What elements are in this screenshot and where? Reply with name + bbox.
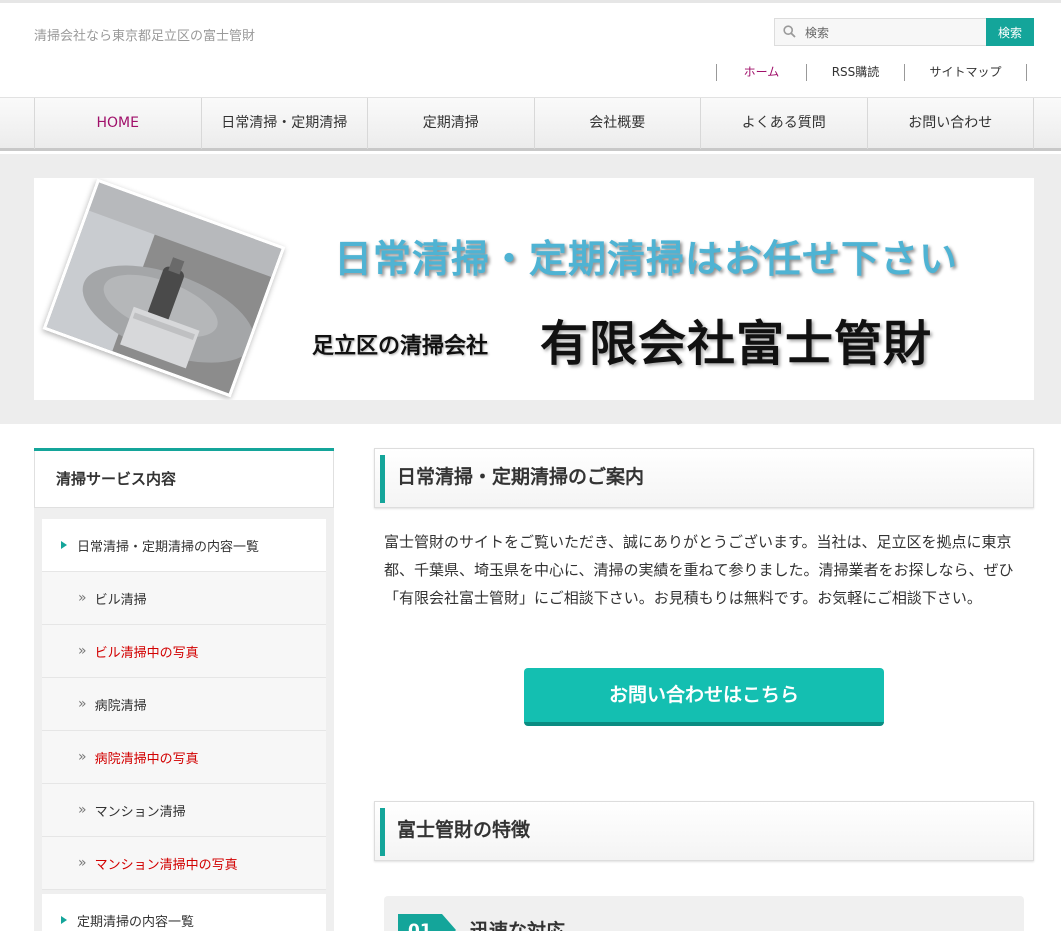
double-chevron-icon: » — [78, 643, 87, 659]
triangle-right-icon — [61, 541, 67, 549]
sidebar-item-building-photos[interactable]: » ビル清掃中の写真 — [42, 625, 326, 678]
nav-periodic-cleaning[interactable]: 定期清掃 — [367, 98, 534, 149]
nav-company[interactable]: 会社概要 — [533, 98, 701, 149]
contact-cta-button[interactable]: お問い合わせはこちら — [524, 668, 884, 726]
utility-link-rss[interactable]: RSS購読 — [806, 64, 904, 81]
utility-link-home[interactable]: ホーム — [716, 64, 806, 81]
sidebar-item-building[interactable]: » ビル清掃 — [42, 572, 326, 625]
triangle-right-icon — [61, 916, 67, 924]
heading-accent-bar — [380, 455, 385, 503]
sidebar-item-label: マンション清掃中の写真 — [94, 857, 238, 873]
banner-subtitle: 足立区の清掃会社 — [312, 334, 489, 359]
sidebar-title: 清掃サービス内容 — [34, 451, 334, 508]
double-chevron-icon: » — [78, 855, 87, 871]
top-border — [0, 0, 1061, 3]
sidebar-item-label: 病院清掃中の写真 — [94, 751, 199, 767]
double-chevron-icon: » — [78, 749, 87, 765]
nav-home[interactable]: HOME — [34, 98, 201, 149]
search-field — [774, 18, 986, 46]
sidebar-item-hospital-photos[interactable]: » 病院清掃中の写真 — [42, 731, 326, 784]
sidebar-item-mansion[interactable]: » マンション清掃 — [42, 784, 326, 837]
banner-company-name: 有限会社富士管財 — [540, 316, 933, 372]
double-chevron-icon: » — [78, 696, 87, 712]
search-form: 検索 — [774, 18, 1034, 46]
section-heading-features: 富士管財の特徴 — [374, 801, 1034, 861]
global-nav: HOME 日常清掃・定期清掃 定期清掃 会社概要 よくある質問 お問い合わせ — [0, 97, 1061, 151]
sidebar-item-mansion-photos[interactable]: » マンション清掃中の写真 — [42, 837, 326, 890]
sidebar-item-periodic-list[interactable]: 定期清掃の内容一覧 — [42, 894, 326, 931]
site-tagline: 清掃会社なら東京都足立区の富士管財 — [34, 29, 256, 44]
search-input[interactable] — [805, 23, 980, 43]
feature-title: 迅速な対応 — [470, 920, 566, 931]
sidebar-item-label: ビル清掃中の写真 — [94, 645, 199, 661]
utility-link-sitemap[interactable]: サイトマップ — [904, 64, 1027, 81]
double-chevron-icon: » — [78, 802, 87, 818]
sidebar-menu: 日常清掃・定期清掃の内容一覧 » ビル清掃 » ビル清掃中の写真 » 病院清掃 … — [42, 519, 326, 931]
section-title: 日常清掃・定期清掃のご案内 — [397, 466, 645, 488]
nav-daily-cleaning[interactable]: 日常清掃・定期清掃 — [200, 98, 368, 149]
sidebar-item-label: 定期清掃の内容一覧 — [77, 914, 195, 930]
nav-contact[interactable]: お問い合わせ — [866, 98, 1034, 149]
sidebar-item-daily-list[interactable]: 日常清掃・定期清掃の内容一覧 — [42, 519, 326, 572]
sidebar-item-label: 病院清掃 — [94, 698, 147, 714]
intro-paragraph: 富士管財のサイトをご覧いただき、誠にありがとうございます。当社は、足立区を拠点に… — [384, 533, 1014, 607]
feature-card: 01 迅速な対応 — [384, 896, 1024, 931]
utility-nav: ホーム RSS購読 サイトマップ — [716, 64, 1027, 81]
sidebar-item-label: ビル清掃 — [94, 592, 147, 608]
search-button[interactable]: 検索 — [986, 18, 1034, 46]
main-content: 日常清掃・定期清掃のご案内 富士管財のサイトをご覧いただき、誠にありがとうござい… — [374, 448, 1034, 931]
double-chevron-icon: » — [78, 590, 87, 606]
heading-accent-bar — [380, 808, 385, 856]
search-icon — [783, 25, 796, 38]
hero-banner: 日常清掃・定期清掃はお任せ下さい 足立区の清掃会社 有限会社富士管財 — [34, 178, 1034, 400]
section-heading-intro: 日常清掃・定期清掃のご案内 — [374, 448, 1034, 508]
section-title: 富士管財の特徴 — [397, 819, 531, 841]
sidebar-item-label: 日常清掃・定期清掃の内容一覧 — [77, 539, 260, 555]
sidebar-item-hospital[interactable]: » 病院清掃 — [42, 678, 326, 731]
sidebar: 清掃サービス内容 日常清掃・定期清掃の内容一覧 » ビル清掃 » ビル清掃中の写… — [34, 448, 334, 931]
banner-headline: 日常清掃・定期清掃はお任せ下さい — [334, 237, 959, 281]
cleaning-photo — [42, 178, 286, 398]
feature-number-badge: 01 — [398, 914, 456, 931]
nav-faq[interactable]: よくある質問 — [700, 98, 867, 149]
sidebar-item-label: マンション清掃 — [94, 804, 186, 820]
